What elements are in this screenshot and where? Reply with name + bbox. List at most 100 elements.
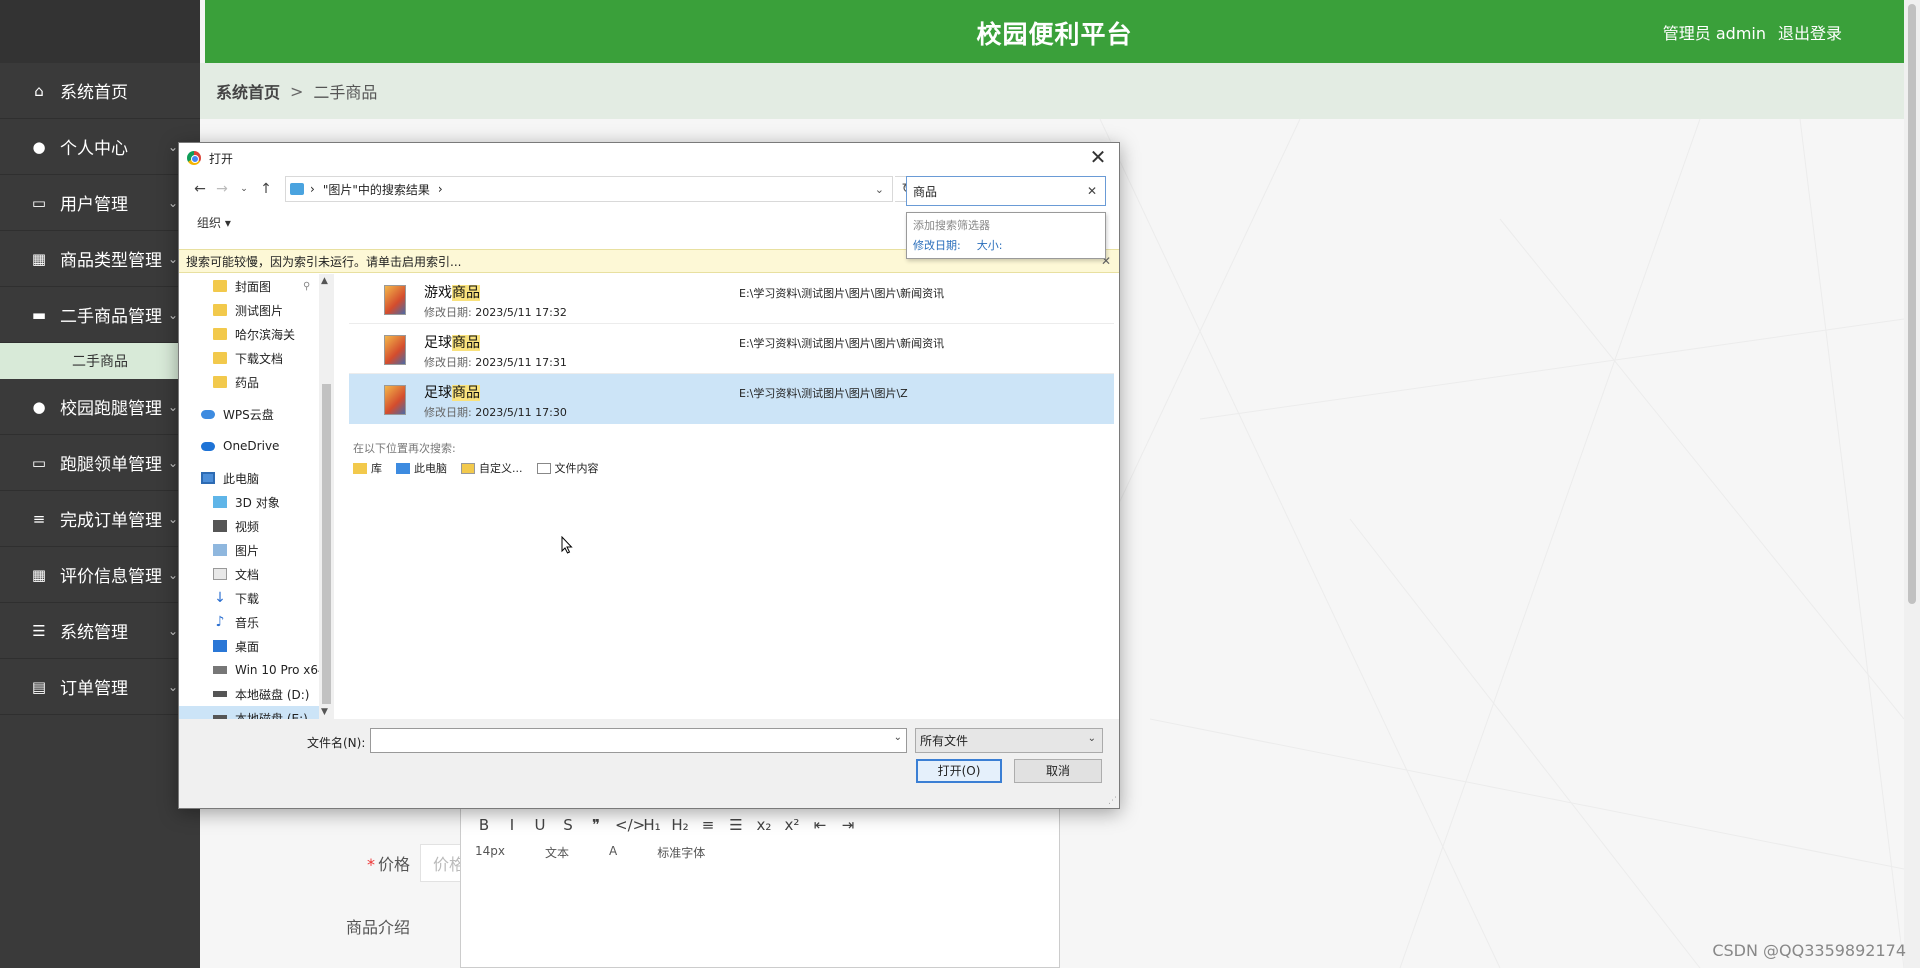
nav-tree-item[interactable]: 视频 <box>179 514 319 538</box>
sidebar-item[interactable]: ▭ 跑腿领单管理 ⌄ <box>0 435 200 491</box>
search-again-link-label: 自定义... <box>479 462 523 475</box>
editor-button[interactable]: U <box>531 816 549 834</box>
nav-tree-item[interactable]: 哈尔滨海关 <box>179 322 319 346</box>
library-icon <box>353 462 367 474</box>
editor-button[interactable]: ≡ <box>699 816 717 834</box>
nav-tree-item[interactable]: 图片 <box>179 538 319 562</box>
file-row[interactable]: 游戏商品 修改日期: 2023/5/11 17:32 E:\学习资料\测试图片\图片… <box>349 274 1114 324</box>
editor-button[interactable]: H₁ <box>643 816 661 834</box>
nav-tree-item[interactable]: 测试图片 <box>179 298 319 322</box>
nav-tree-item[interactable]: 文档 <box>179 562 319 586</box>
editor-button[interactable]: ❞ <box>587 816 605 834</box>
nav-tree-item[interactable]: 下载文档 <box>179 346 319 370</box>
cancel-button[interactable]: 取消 <box>1014 759 1102 783</box>
sidebar-item[interactable]: ⌂ 系统首页 <box>0 63 200 119</box>
sidebar-item[interactable]: ▬ 二手商品管理 ⌄ <box>0 287 200 343</box>
nav-tree-item[interactable]: 本地磁盘 (E:) <box>179 706 319 719</box>
list-icon: ☰ <box>32 621 46 640</box>
nav-tree-item[interactable]: 3D 对象 <box>179 490 319 514</box>
search-again-link-label: 库 <box>371 462 382 475</box>
nav-tree-label: OneDrive <box>223 439 280 453</box>
back-arrow-icon[interactable]: ← <box>189 181 211 197</box>
search-again-link[interactable]: 库 <box>353 460 382 476</box>
filename-input[interactable]: ⌄ <box>370 728 907 753</box>
chevron-down-icon: ⌄ <box>167 679 178 694</box>
search-filter-option[interactable]: 大小: <box>977 239 1003 252</box>
dialog-search-input[interactable]: 商品 ✕ <box>906 176 1106 206</box>
editor-button[interactable]: I <box>503 816 521 834</box>
editor-dropdown[interactable]: A <box>609 844 617 861</box>
editor-dropdown[interactable]: 标准字体 <box>657 844 705 861</box>
sidebar-item-label: 商品类型管理 <box>60 251 162 271</box>
page-scrollbar-thumb[interactable] <box>1908 4 1916 604</box>
search-again-link[interactable]: 文件内容 <box>536 460 599 476</box>
filetype-select[interactable]: 所有文件 ⌄ <box>915 728 1103 753</box>
editor-button[interactable]: H₂ <box>671 816 689 834</box>
search-again-link[interactable]: 此电脑 <box>396 460 447 476</box>
editor-button[interactable]: B <box>475 816 493 834</box>
nav-tree-item[interactable]: Win 10 Pro x64 <box>179 658 326 682</box>
sidebar-item[interactable]: ▦ 评价信息管理 ⌄ <box>0 547 200 603</box>
pic-icon <box>213 544 227 556</box>
sidebar-item[interactable]: ▭ 用户管理 ⌄ <box>0 175 200 231</box>
editor-button[interactable]: ⇥ <box>839 816 857 834</box>
nav-tree-item[interactable]: 此电脑 <box>179 466 319 490</box>
file-row[interactable]: 足球商品 修改日期: 2023/5/11 17:30 E:\学习资料\测试图片\图片… <box>349 374 1114 424</box>
scroll-up-icon[interactable]: ▲ <box>321 276 328 286</box>
up-arrow-icon[interactable]: ↑ <box>255 181 277 197</box>
address-bar[interactable]: › "图片"中的搜索结果 › ⌄ <box>285 176 893 202</box>
current-user: 管理员 admin <box>1662 24 1766 43</box>
recent-locations-icon[interactable]: ⌄ <box>233 184 255 194</box>
sidebar-item[interactable]: ● 校园跑腿管理 ⌄ <box>0 379 200 435</box>
search-filter-option[interactable]: 修改日期: <box>913 239 961 252</box>
doc-icon <box>213 568 227 580</box>
search-folder-icon <box>290 183 304 195</box>
filename-dropdown-icon[interactable]: ⌄ <box>894 732 902 743</box>
sidebar-subitem-active[interactable]: 二手商品 <box>0 343 200 379</box>
editor-button[interactable]: ☰ <box>727 816 745 834</box>
nav-tree-item[interactable]: ♪ 音乐 <box>179 610 319 634</box>
editor-button[interactable]: x² <box>783 816 801 834</box>
file-row[interactable]: 足球商品 修改日期: 2023/5/11 17:31 E:\学习资料\测试图片\图片… <box>349 324 1114 374</box>
infobar-text: 搜索可能较慢，因为索引未运行。请单击启用索引... <box>186 254 462 269</box>
dialog-title: 打开 <box>209 151 234 166</box>
sidebar-item[interactable]: ● 个人中心 ⌄ <box>0 119 200 175</box>
editor-button[interactable]: </> <box>615 816 645 834</box>
editor-button[interactable]: S <box>559 816 577 834</box>
navigation-scroll-thumb[interactable] <box>322 384 331 704</box>
scroll-down-icon[interactable]: ▼ <box>321 707 328 717</box>
sidebar-item[interactable]: ▤ 订单管理 ⌄ <box>0 659 200 715</box>
search-again-link[interactable]: 自定义... <box>461 460 523 476</box>
logout-link[interactable]: 退出登录 <box>1778 20 1842 44</box>
nav-tree-item[interactable]: 药品 <box>179 370 319 394</box>
sidebar-item[interactable]: ≡ 完成订单管理 ⌄ <box>0 491 200 547</box>
navigation-pane-scrollbar[interactable]: ▲ ▼ <box>319 274 334 719</box>
editor-dropdown[interactable]: 14px <box>475 844 505 861</box>
nav-tree-label: 图片 <box>235 543 260 558</box>
address-dropdown-icon[interactable]: ⌄ <box>875 183 884 196</box>
editor-button[interactable]: x₂ <box>755 816 773 834</box>
rich-text-editor[interactable]: B I U S ❞ </> H₁ H₂ ≡ ☰ x₂ x² ⇤ ⇥ 14px 文本 A 标准字体 <box>460 805 1060 968</box>
nav-tree-item[interactable]: OneDrive <box>179 434 319 458</box>
chevron-down-icon: ⌄ <box>167 139 178 154</box>
nav-tree-item[interactable]: 桌面 <box>179 634 319 658</box>
sidebar-item[interactable]: ☰ 系统管理 ⌄ <box>0 603 200 659</box>
chevron-down-icon: ⌄ <box>167 623 178 638</box>
sidebar-item[interactable]: ▦ 商品类型管理 ⌄ <box>0 231 200 287</box>
resize-grip-icon[interactable]: ⋰ <box>1108 796 1117 806</box>
nav-tree-item[interactable]: 本地磁盘 (D:) <box>179 682 319 706</box>
breadcrumb-home[interactable]: 系统首页 <box>216 79 280 103</box>
nav-tree-item[interactable]: ↓ 下载 <box>179 586 319 610</box>
organize-menu[interactable]: 组织 ▾ <box>197 214 231 231</box>
open-button[interactable]: 打开(O) <box>916 759 1002 783</box>
clear-search-icon[interactable]: ✕ <box>1087 184 1097 198</box>
editor-dropdown[interactable]: 文本 <box>545 844 569 861</box>
editor-button[interactable]: ⇤ <box>811 816 829 834</box>
nav-tree-item[interactable]: 封面图 ⚲ <box>179 274 319 298</box>
nav-tree-item[interactable]: WPS云盘 <box>179 402 319 426</box>
forward-arrow-icon[interactable]: → <box>211 181 233 197</box>
page-scrollbar[interactable] <box>1904 0 1920 968</box>
monitor-icon: ▭ <box>31 453 47 472</box>
close-icon[interactable]: ✕ <box>1085 145 1111 169</box>
dialog-navbar: ← → ⌄ ↑ › "图片"中的搜索结果 › ⌄ ↻ 商品 ✕ <box>179 173 1119 206</box>
